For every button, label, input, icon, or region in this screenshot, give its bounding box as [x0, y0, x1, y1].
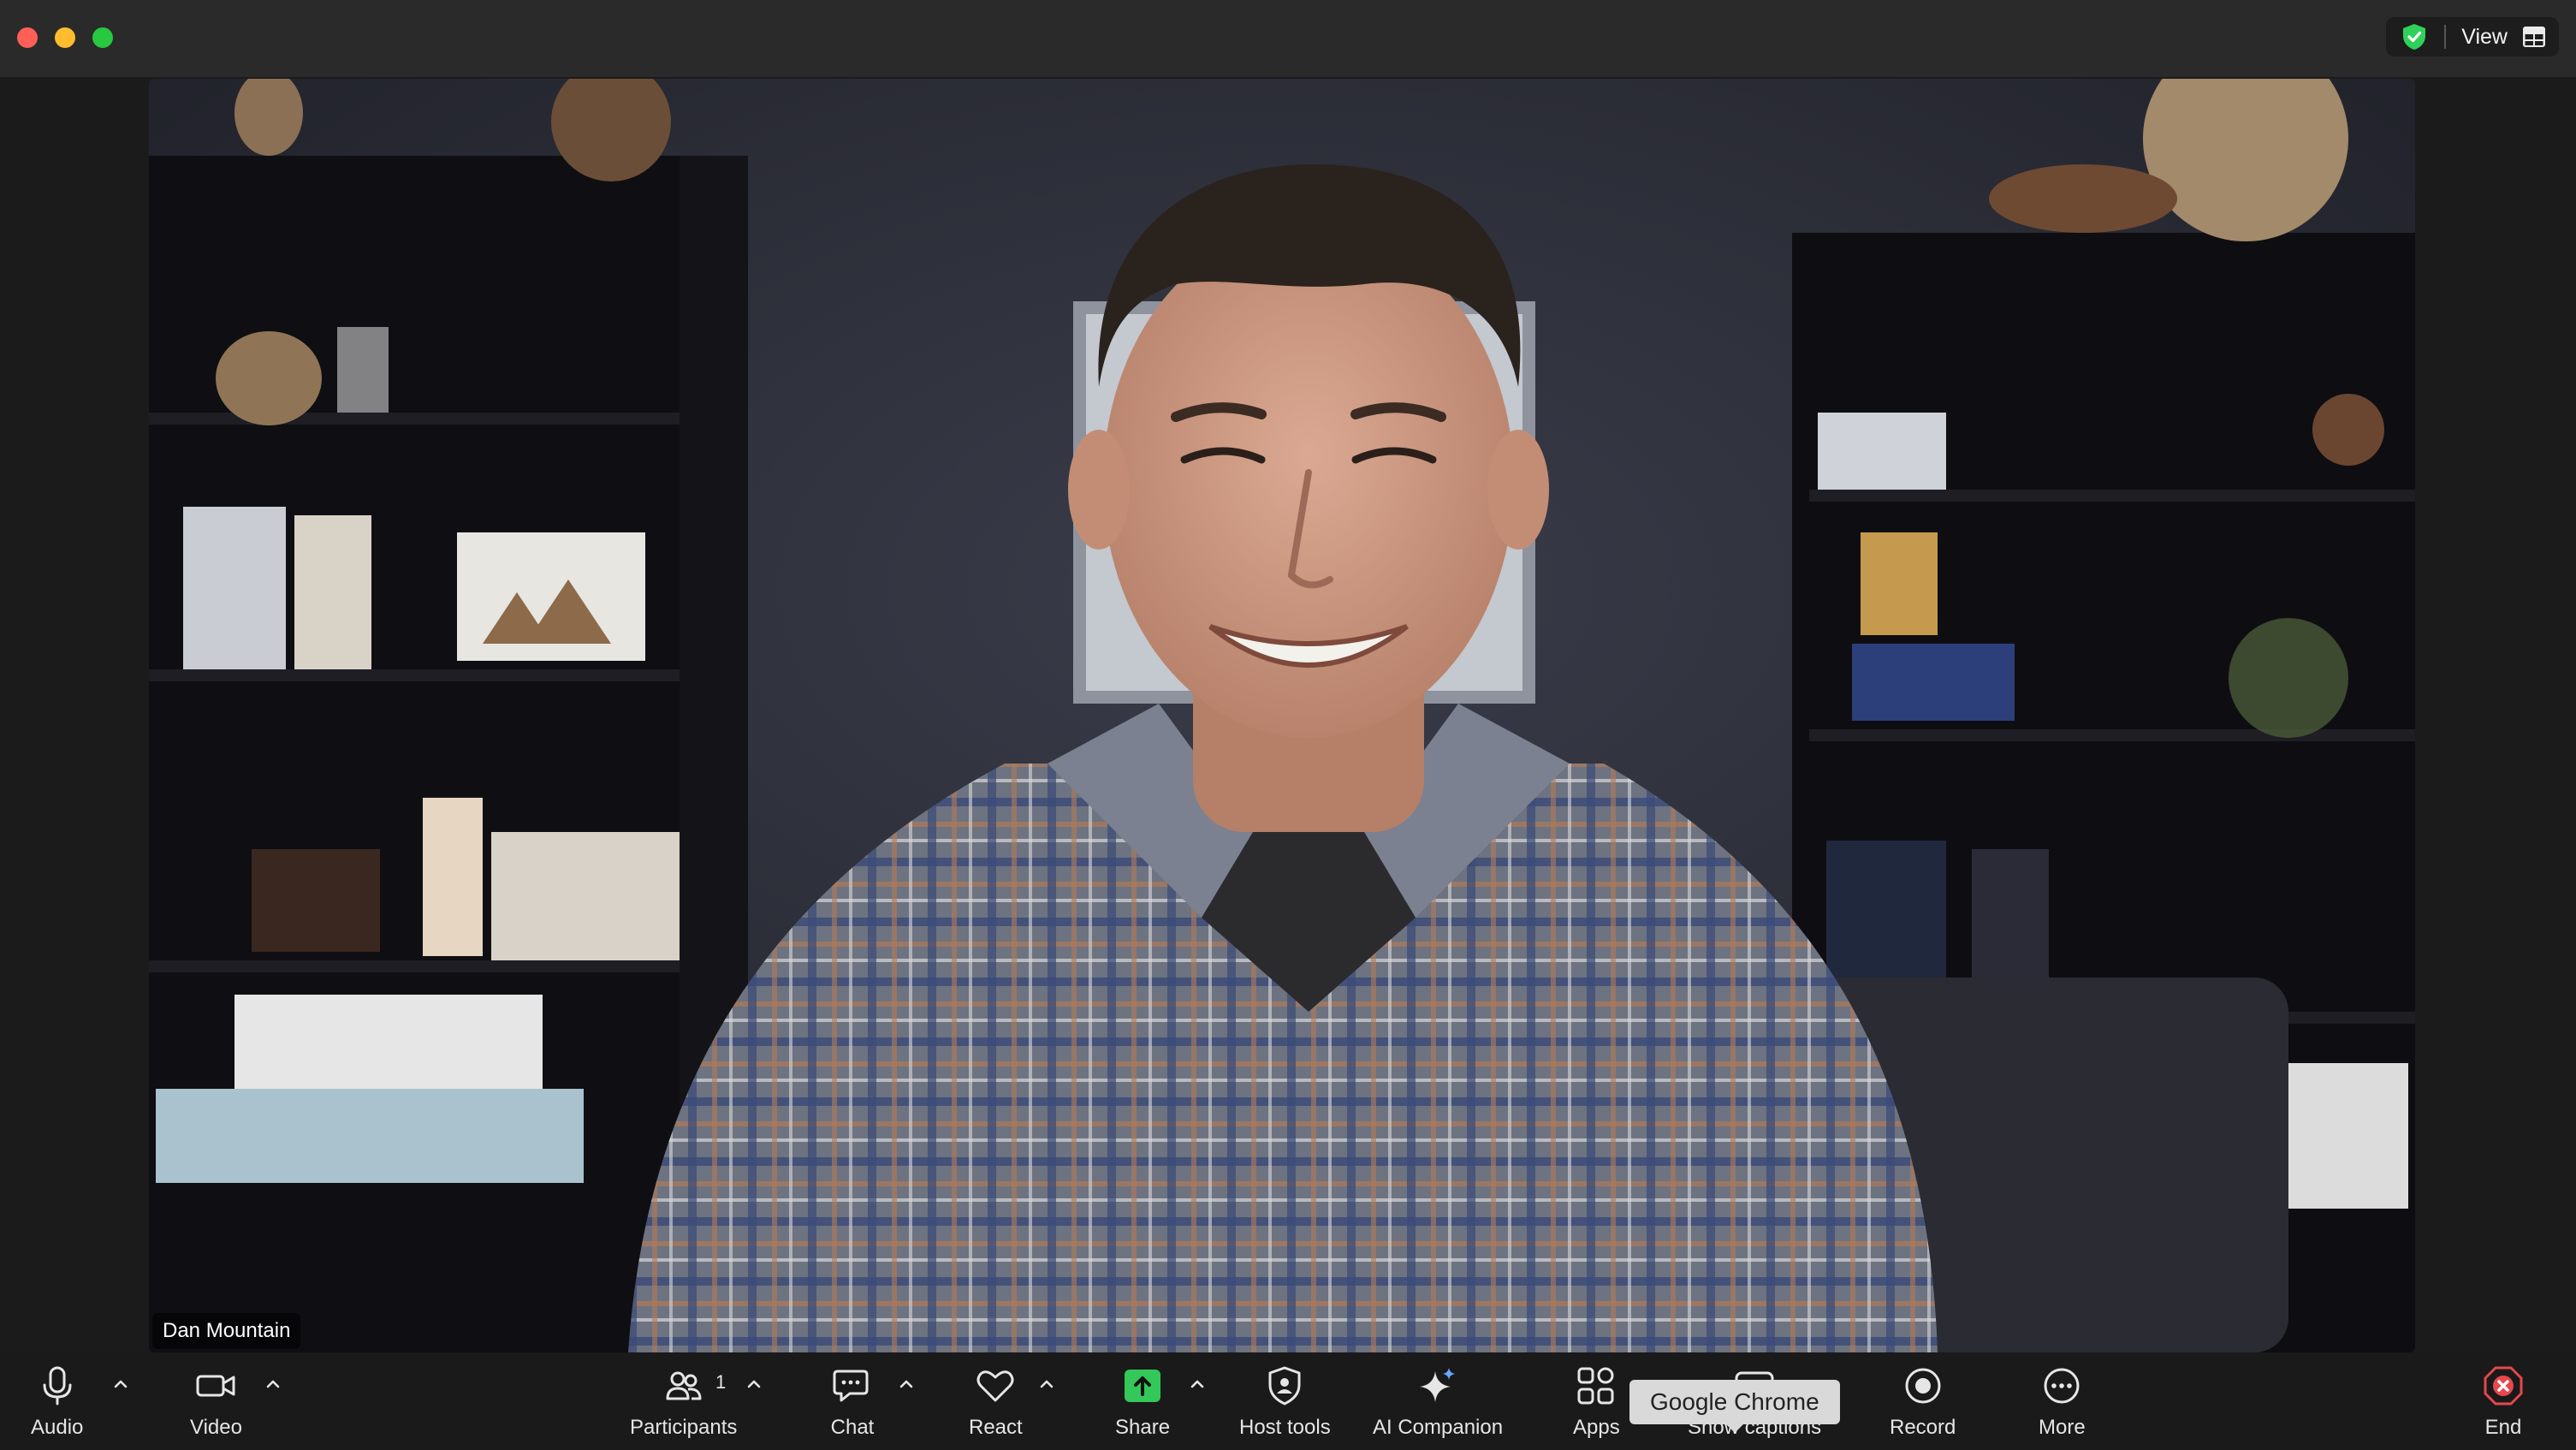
share-button[interactable]: Share	[1115, 1363, 1170, 1445]
host-tools-button[interactable]: Host tools	[1239, 1363, 1331, 1445]
video-frame-image	[149, 79, 2415, 1352]
participants-options-chevron-icon[interactable]	[745, 1375, 763, 1394]
window-minimize-button[interactable]	[55, 27, 75, 48]
apps-grid-icon	[1577, 1367, 1614, 1405]
participants-label: Participants	[630, 1416, 738, 1439]
host-shield-icon	[1268, 1366, 1301, 1405]
microphone-icon	[43, 1366, 72, 1405]
audio-label: Audio	[31, 1416, 84, 1439]
end-call-icon	[2484, 1366, 2523, 1405]
divider	[2444, 25, 2447, 49]
video-button[interactable]: Video	[190, 1363, 242, 1445]
heart-icon	[976, 1370, 1014, 1402]
title-bar: View	[0, 0, 2576, 77]
meeting-toolbar: Audio Video Participants 1 Chat React Sh…	[0, 1352, 2576, 1450]
react-options-chevron-icon[interactable]	[1037, 1375, 1056, 1394]
audio-button[interactable]: Audio	[31, 1363, 83, 1445]
video-stage	[0, 77, 2576, 1352]
app-tooltip: Google Chrome	[1629, 1380, 1840, 1433]
more-options-icon	[2044, 1368, 2080, 1404]
host-tools-label: Host tools	[1239, 1416, 1331, 1439]
more-button[interactable]: More	[2039, 1363, 2086, 1445]
video-label: Video	[190, 1416, 242, 1439]
apps-button[interactable]: Apps	[1573, 1363, 1620, 1445]
window-close-button[interactable]	[17, 27, 38, 48]
video-camera-icon	[196, 1375, 235, 1397]
record-label: Record	[1890, 1416, 1956, 1439]
end-label: End	[2484, 1416, 2522, 1439]
react-label: React	[969, 1416, 1023, 1439]
audio-options-chevron-icon[interactable]	[111, 1375, 130, 1394]
ai-companion-button[interactable]: AI Companion	[1373, 1363, 1503, 1445]
video-options-chevron-icon[interactable]	[264, 1375, 282, 1394]
chat-bubble-icon	[833, 1370, 869, 1402]
apps-label: Apps	[1573, 1416, 1620, 1439]
sparkle-icon	[1420, 1368, 1456, 1402]
participants-icon	[666, 1371, 702, 1400]
chat-label: Chat	[830, 1416, 875, 1439]
grid-view-icon	[2523, 27, 2545, 47]
react-button[interactable]: React	[969, 1363, 1023, 1445]
share-label: Share	[1115, 1416, 1171, 1439]
participant-name-tag: Dan Mountain	[152, 1313, 301, 1349]
view-menu-button[interactable]: View	[2386, 17, 2559, 56]
end-meeting-button[interactable]: End	[2480, 1363, 2526, 1445]
share-options-chevron-icon[interactable]	[1188, 1375, 1207, 1394]
view-label: View	[2461, 24, 2508, 49]
chat-options-chevron-icon[interactable]	[897, 1375, 916, 1394]
participant-video[interactable]	[149, 79, 2415, 1352]
record-icon	[1905, 1368, 1941, 1404]
chat-button[interactable]: Chat	[829, 1363, 875, 1445]
more-label: More	[2039, 1416, 2086, 1439]
record-button[interactable]: Record	[1890, 1363, 1956, 1445]
ai-companion-label: AI Companion	[1373, 1416, 1504, 1439]
window-maximize-button[interactable]	[92, 27, 113, 48]
share-screen-icon	[1125, 1370, 1161, 1402]
participants-count-badge: 1	[715, 1371, 727, 1393]
security-shield-icon[interactable]	[2400, 22, 2429, 51]
